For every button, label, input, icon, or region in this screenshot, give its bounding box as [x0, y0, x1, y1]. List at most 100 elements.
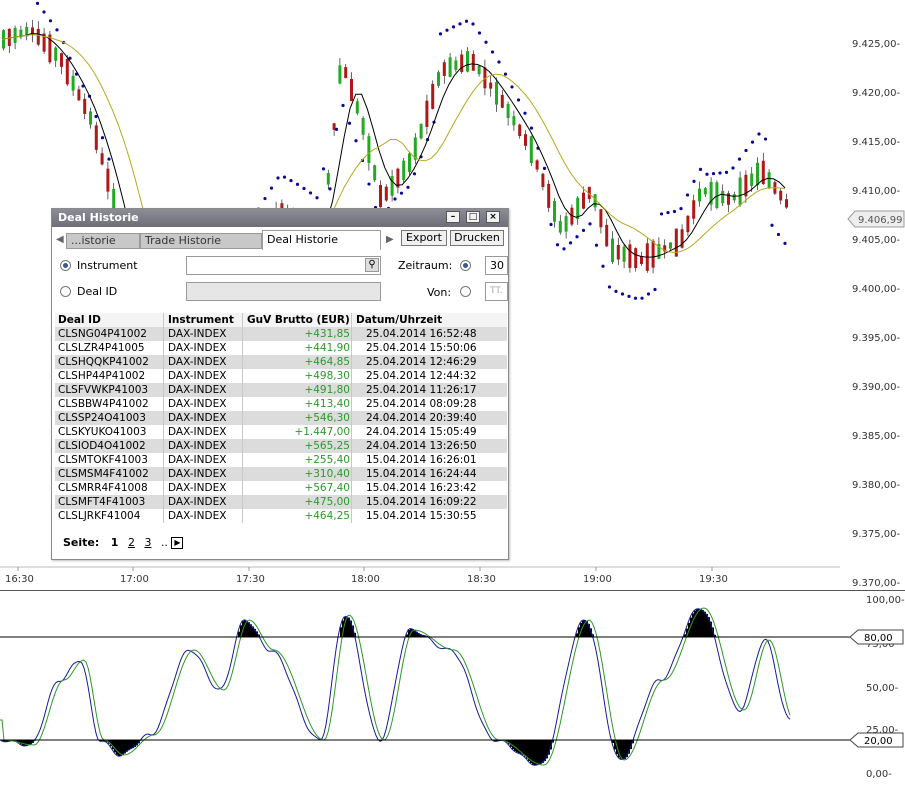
- header-datetime[interactable]: Datum/Uhrzeit: [356, 313, 442, 327]
- current-price-tag: 9.406,99: [847, 210, 905, 228]
- pnl-cell: +475,00: [304, 496, 350, 508]
- pnl-cell: +491,80: [304, 384, 350, 396]
- pnl-cell: +310,40: [304, 468, 350, 480]
- time-tick-label: 18:00: [351, 574, 380, 585]
- deal-id-cell: CLSFVWKP41003: [58, 384, 149, 396]
- instrument-cell: DAX-INDEX: [168, 496, 227, 508]
- pnl-cell: +546,30: [304, 412, 350, 424]
- current-price-label: 9.406,99: [858, 215, 903, 226]
- header-instrument[interactable]: Instrument: [168, 313, 234, 327]
- close-icon: ×: [489, 212, 497, 222]
- pnl-cell: +464,25: [304, 510, 350, 522]
- pnl-cell: +498,30: [304, 370, 350, 382]
- table-row[interactable]: CLSKYUKO41003 DAX-INDEX +1.447,00 24.04.201…: [55, 425, 507, 439]
- oscillator-axis: 100,00-75,00-50,00-25,00-0,00-: [866, 595, 905, 780]
- dialog-title-bar[interactable]: Deal Historie – □ ×: [52, 209, 508, 227]
- tab-previous-history[interactable]: ...istorie: [66, 233, 140, 249]
- pager-ellipsis: ..: [160, 536, 168, 549]
- table-row[interactable]: CLSLJRKF41004 DAX-INDEX +464,25 15.04.2014 …: [55, 509, 507, 523]
- header-pnl[interactable]: GuV Brutto (EUR): [247, 313, 354, 327]
- tab-scroll-right-icon[interactable]: ▶: [386, 234, 396, 246]
- pnl-cell: +413,40: [304, 398, 350, 410]
- close-button[interactable]: ×: [486, 211, 500, 223]
- table-row[interactable]: CLSSP24O41003 DAX-INDEX +546,30 24.04.2014 …: [55, 411, 507, 425]
- time-tick-label: 19:00: [583, 574, 612, 585]
- price-tick-label: 9.395,00-: [852, 333, 901, 344]
- price-tick-label: 9.415,00-: [852, 137, 901, 148]
- page-3-link[interactable]: 3: [144, 536, 151, 549]
- time-tick-label: 19:30: [699, 574, 728, 585]
- upper-level-tag: 80,00: [849, 629, 904, 645]
- price-tick-label: 9.420,00-: [852, 88, 901, 99]
- instrument-cell: DAX-INDEX: [168, 398, 227, 410]
- table-row[interactable]: CLSMFT4F41003 DAX-INDEX +475,00 15.04.2014 …: [55, 495, 507, 509]
- deal-id-cell: CLSMFT4F41003: [58, 496, 146, 508]
- deal-id-cell: CLSMSM4F41002: [58, 468, 149, 480]
- pnl-cell: +565,25: [304, 440, 350, 452]
- datetime-cell: 15.04.2014 16:24:44: [366, 468, 477, 480]
- next-page-icon: ▶: [174, 538, 181, 547]
- time-axis: 16:30 17:00 17:30 18:00 18:30 19:00 19:30: [5, 567, 728, 585]
- table-row[interactable]: CLSMRR4F41008 DAX-INDEX +567,40 15.04.2014 …: [55, 481, 507, 495]
- zeitraum-radio[interactable]: [460, 260, 471, 271]
- instrument-input[interactable]: ⚲: [186, 256, 381, 275]
- table-row[interactable]: CLSHP44P41002 DAX-INDEX +498,30 25.04.2014 …: [55, 369, 507, 383]
- tab-scroll-left-icon[interactable]: ◀: [56, 234, 66, 246]
- price-tick-label: 9.375,00-: [852, 529, 901, 540]
- instrument-cell: DAX-INDEX: [168, 440, 227, 452]
- table-row[interactable]: CLSNG04P41002 DAX-INDEX +431,85 25.04.2014 …: [55, 327, 507, 341]
- deal-history-dialog[interactable]: Deal Historie – □ × ◀ ...istorie Trade H…: [51, 208, 509, 560]
- pager: Seite: 1 2 3 .. ▶: [63, 536, 184, 549]
- stochastic-oscillator-chart[interactable]: 100,00-75,00-50,00-25,00-0,00- 80,00 20,…: [0, 590, 905, 789]
- export-button[interactable]: Export: [401, 230, 447, 246]
- von-radio[interactable]: [460, 286, 471, 297]
- table-row[interactable]: CLSIOD4O41002 DAX-INDEX +565,25 24.04.2014 …: [55, 439, 507, 453]
- table-row[interactable]: CLSMTOKF41003 DAX-INDEX +255,40 15.04.2014 …: [55, 453, 507, 467]
- minimize-button[interactable]: –: [446, 211, 460, 223]
- dialog-title: Deal Historie: [58, 211, 139, 224]
- header-deal-id[interactable]: Deal ID: [58, 313, 101, 327]
- minimize-icon: –: [450, 212, 456, 222]
- tab-deal-history[interactable]: Deal Historie: [262, 230, 381, 250]
- von-date-input[interactable]: TT.: [485, 282, 508, 301]
- instrument-cell: DAX-INDEX: [168, 342, 227, 354]
- print-button[interactable]: Drucken: [450, 230, 504, 246]
- instrument-cell: DAX-INDEX: [168, 356, 227, 368]
- deal-id-radio[interactable]: [60, 286, 71, 297]
- datetime-cell: 25.04.2014 08:09:28: [366, 398, 477, 410]
- pnl-cell: +441,90: [304, 342, 350, 354]
- tab-trade-history[interactable]: Trade Historie: [140, 233, 262, 249]
- instrument-cell: DAX-INDEX: [168, 384, 227, 396]
- search-icon[interactable]: ⚲: [365, 258, 379, 272]
- zeitraum-input[interactable]: 30: [485, 256, 508, 275]
- page-1-link[interactable]: 1: [111, 536, 119, 549]
- instrument-radio[interactable]: [60, 260, 71, 271]
- deal-id-cell: CLSHQQKP41002: [58, 356, 149, 368]
- price-tick-label: 9.370,00-: [852, 578, 901, 589]
- upper-level-label: 80,00: [864, 633, 893, 644]
- page-2-link[interactable]: 2: [128, 536, 135, 549]
- price-tick-label: 9.380,00-: [852, 480, 901, 491]
- datetime-cell: 25.04.2014 11:26:17: [366, 384, 477, 396]
- table-row[interactable]: CLSMSM4F41002 DAX-INDEX +310,40 15.04.2014 …: [55, 467, 507, 481]
- datetime-cell: 25.04.2014 12:44:32: [366, 370, 477, 382]
- time-tick-label: 17:30: [236, 574, 265, 585]
- von-label: Von:: [427, 286, 452, 299]
- pnl-cell: +431,85: [304, 328, 350, 340]
- maximize-button[interactable]: □: [466, 211, 480, 223]
- next-page-button[interactable]: ▶: [171, 537, 184, 549]
- table-row[interactable]: CLSBBW4P41002 DAX-INDEX +413,40 25.04.2014 …: [55, 397, 507, 411]
- instrument-cell: DAX-INDEX: [168, 370, 227, 382]
- deal-id-input[interactable]: [186, 282, 381, 301]
- price-tick-label: 9.385,00-: [852, 431, 901, 442]
- table-row[interactable]: CLSLZR4P41005 DAX-INDEX +441,90 25.04.2014 …: [55, 341, 507, 355]
- instrument-cell: DAX-INDEX: [168, 328, 227, 340]
- deal-id-cell: CLSLZR4P41005: [58, 342, 145, 354]
- datetime-cell: 25.04.2014 15:50:06: [366, 342, 477, 354]
- table-row[interactable]: CLSFVWKP41003 DAX-INDEX +491,80 25.04.2014 …: [55, 383, 507, 397]
- table-row[interactable]: CLSHQQKP41002 DAX-INDEX +464,85 25.04.2014 …: [55, 355, 507, 369]
- instrument-cell: DAX-INDEX: [168, 454, 227, 466]
- deal-history-table: Deal ID Instrument GuV Brutto (EUR) Datu…: [55, 313, 507, 523]
- price-tick-label: 9.400,00-: [852, 284, 901, 295]
- price-tick-label: 9.410,00-: [852, 186, 901, 197]
